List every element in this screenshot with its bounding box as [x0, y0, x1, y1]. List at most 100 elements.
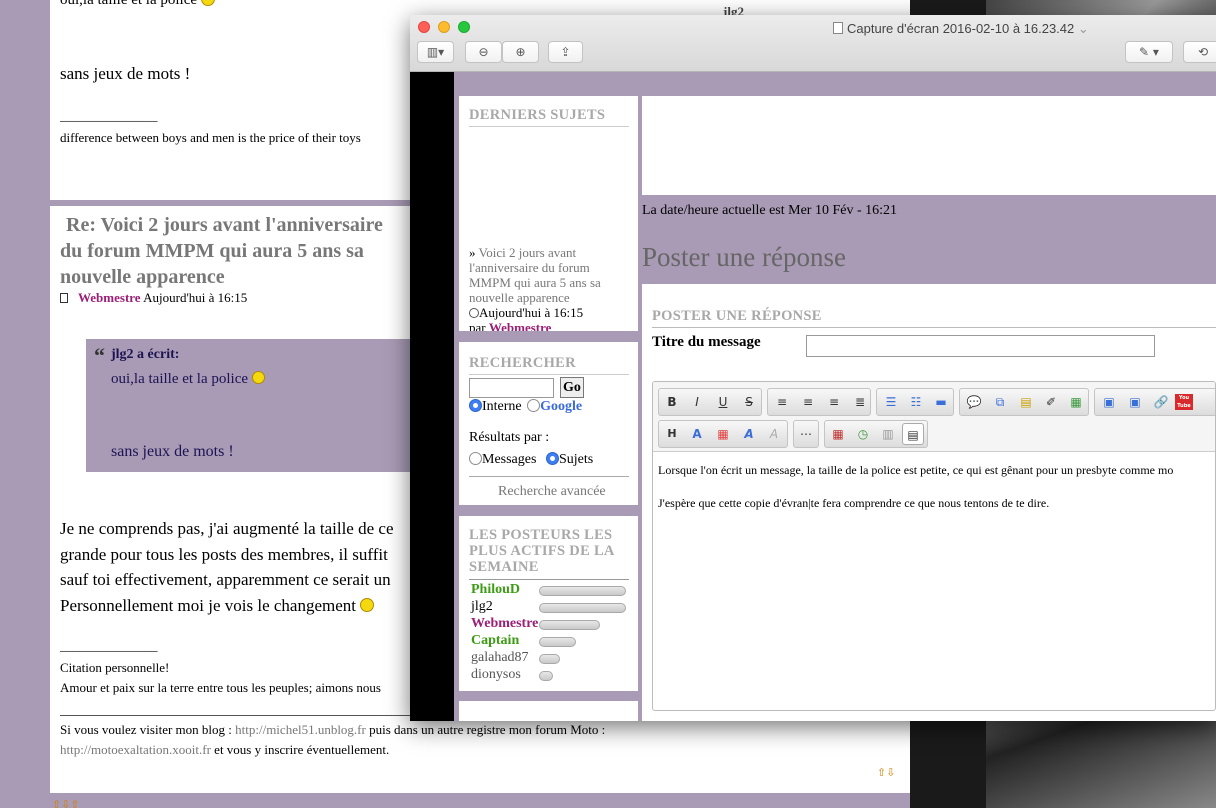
align-left-icon[interactable]: ≡ [771, 391, 793, 413]
page-heading: Poster une réponse [642, 242, 846, 272]
minimize-window-button[interactable] [438, 21, 450, 33]
window-titlebar[interactable]: Capture d'écran 2016-02-10 à 16.23.42 ⌄ … [410, 15, 1216, 72]
message-textarea[interactable]: Lorsque l'on écrit un message, la taille… [658, 463, 1215, 511]
more-icon[interactable]: ⋯ [795, 423, 817, 445]
align-center-icon[interactable]: ≡ [797, 391, 819, 413]
radio-interne[interactable] [469, 399, 482, 412]
poster-name[interactable]: PhilouD [471, 582, 520, 598]
sidebar-toggle-button[interactable]: ▥▾ [417, 41, 454, 63]
advanced-search-link[interactable]: Recherche avancée [498, 484, 606, 500]
paste-icon[interactable]: ▥ [877, 423, 899, 445]
underline-button[interactable]: U [712, 391, 734, 413]
post-reply-box: POSTER UNE RÉPONSE Titre du message B I … [642, 284, 1216, 721]
search-scope[interactable]: Interne Google [469, 399, 582, 415]
youtube-icon[interactable]: You Tube [1175, 394, 1193, 410]
latest-author-link[interactable]: Webmestre [489, 320, 552, 331]
radio-sujets[interactable] [545, 452, 559, 465]
code-icon[interactable]: ⧉ [989, 391, 1011, 413]
subject-input[interactable] [806, 335, 1155, 357]
poster-activity-bar [539, 654, 560, 664]
font-size-icon[interactable]: A [686, 423, 708, 445]
poster-name[interactable]: galahad87 [471, 650, 529, 666]
search-rule-2 [469, 476, 629, 477]
latest-topics-header: DERNIERS SUJETS [469, 107, 606, 123]
poster-name[interactable]: dionysos [471, 667, 521, 683]
next-box [459, 701, 638, 721]
subject-label: Titre du message [652, 334, 761, 350]
search-box: RECHERCHER Go Interne Google Résultats p… [459, 342, 638, 505]
radio-google[interactable] [527, 399, 541, 412]
align-right-icon[interactable]: ≡ [823, 391, 845, 413]
post-icon [60, 293, 68, 303]
color-palette-icon[interactable]: ▦ [712, 423, 734, 445]
reply-rule [652, 327, 1216, 328]
strikethrough-button[interactable]: S [738, 391, 760, 413]
latest-topic-link[interactable]: » Voici 2 jours avant l'anniversaire du … [469, 245, 634, 331]
numbered-list-icon[interactable]: ☷ [905, 391, 927, 413]
zoom-window-button[interactable] [458, 21, 470, 33]
post-title[interactable]: Re: Voici 2 jours avant l'anniversaire d… [60, 212, 383, 290]
font-family-icon[interactable]: A [738, 423, 760, 445]
share-button[interactable]: ⇪ [548, 41, 583, 63]
clock-icon [469, 308, 479, 318]
zoom-in-button[interactable]: ⊕ [502, 41, 539, 63]
quote-author: jlg2 a écrit: [111, 347, 180, 362]
signature-separator: _______________ [60, 108, 158, 123]
poster-activity-bar [539, 671, 553, 681]
bottom-arrows-icon[interactable]: ⇧⇩⇧ [52, 798, 80, 808]
top-posters-header: LES POSTEURS LES PLUS ACTIFS DE LA SEMAI… [469, 527, 615, 575]
radio-messages[interactable] [469, 452, 482, 465]
poster-activity-bar [539, 637, 576, 647]
zoom-out-button[interactable]: ⊖ [465, 41, 502, 63]
preview-window: Capture d'écran 2016-02-10 à 16.23.42 ⌄ … [410, 15, 1216, 721]
results-label: Résultats par : [469, 430, 550, 445]
blog-link[interactable]: http://michel51.unblog.fr [235, 722, 366, 737]
current-datetime: La date/heure actuelle est Mer 10 Fév - … [642, 203, 898, 218]
search-input[interactable] [469, 378, 554, 398]
horizontal-rule-icon[interactable]: ▬ [930, 391, 952, 413]
close-window-button[interactable] [418, 21, 430, 33]
editor-toolbar: B I U S ≡ ≡ ≡ ≣ ☰ ☷ ▬ 💬 ⧉ ▤ ✐ ▦ ▣ ▣ 🔗 Yo… [653, 382, 1215, 452]
calendar-icon[interactable]: ▦ [827, 423, 849, 445]
insert-date-icon[interactable]: ◷ [852, 423, 874, 445]
italic-button[interactable]: I [686, 391, 708, 413]
results-type[interactable]: Messages Sujets [469, 452, 593, 468]
poster-activity-bar [539, 620, 600, 630]
poster-name[interactable]: Captain [471, 633, 519, 649]
quote-icon[interactable]: 💬 [963, 391, 985, 413]
rotate-button[interactable]: ⟲ [1183, 41, 1216, 63]
search-rule [469, 374, 629, 375]
smiley-icon [200, 0, 215, 6]
spoiler-icon[interactable]: ▤ [1015, 391, 1037, 413]
post-reply-header: POSTER UNE RÉPONSE [652, 308, 822, 324]
clear-format-icon[interactable]: A [763, 423, 785, 445]
poster-row: galahad87 [471, 650, 641, 667]
heading-button[interactable]: H [661, 423, 683, 445]
hide-icon[interactable]: ✐ [1040, 391, 1062, 413]
poster-name[interactable]: Webmestre [471, 616, 538, 632]
poster-row: jlg2 [471, 599, 641, 616]
up-down-arrows-icon[interactable]: ⇧⇩ [877, 766, 895, 779]
quote-line-2: sans jeux de mots ! [111, 443, 234, 460]
moto-link[interactable]: http://motoexaltation.xooit.fr [60, 742, 211, 757]
poster-name[interactable]: jlg2 [471, 599, 493, 615]
markup-button[interactable]: ✎ ▾ [1125, 41, 1173, 63]
link-icon[interactable]: 🔗 [1150, 391, 1172, 413]
post-meta: Webmestre Aujourd'hui à 16:15 [60, 290, 247, 306]
bold-button[interactable]: B [661, 391, 683, 413]
host-image-icon[interactable]: ▣ [1124, 391, 1146, 413]
latest-topics-box: DERNIERS SUJETS » Voici 2 jours avant l'… [459, 96, 638, 331]
source-mode-icon[interactable]: ▤ [902, 423, 924, 445]
search-go-button[interactable]: Go [560, 377, 584, 398]
bullet-list-icon[interactable]: ☰ [880, 391, 902, 413]
poster-row: Captain [471, 633, 641, 650]
sans-jeux-text: sans jeux de mots ! [60, 64, 191, 83]
sig2-line-1: Citation personnelle! [60, 660, 170, 675]
align-justify-icon[interactable]: ≣ [849, 391, 871, 413]
quote-mark-icon: “ [94, 343, 105, 368]
signature-text: difference between boys and men is the p… [60, 130, 361, 145]
posters-rule [469, 579, 629, 580]
author-link[interactable]: Webmestre [78, 290, 141, 305]
image-icon[interactable]: ▣ [1098, 391, 1120, 413]
table-icon[interactable]: ▦ [1065, 391, 1087, 413]
